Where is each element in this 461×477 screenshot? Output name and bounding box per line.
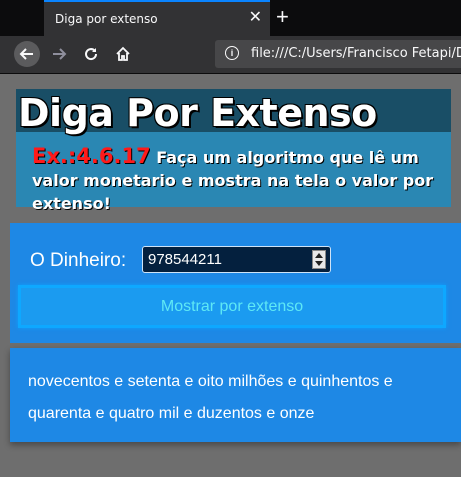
page-title: Diga Por Extenso [18,91,377,135]
info-icon[interactable]: i [225,46,239,60]
close-icon[interactable]: ✕ [249,9,262,27]
home-icon[interactable] [110,41,136,67]
exercise-id: Ex.:4.6.17 [32,144,151,168]
tab-title: Diga por extenso [55,12,158,26]
url-text: file:///C:/Users/Francisco Fetapi/De [251,46,461,61]
exercise-description: Ex.:4.6.17 Faça um algoritmo que lê um v… [32,145,442,215]
money-label: O Dinheiro: [30,250,127,271]
money-input[interactable]: 978544211 [142,246,331,273]
number-stepper[interactable] [312,250,326,269]
new-tab-icon[interactable]: + [276,5,289,29]
reload-icon[interactable] [78,41,104,67]
show-extenso-button[interactable]: Mostrar por extenso [18,285,446,328]
address-bar[interactable]: i file:///C:/Users/Francisco Fetapi/De [215,40,461,68]
stepper-down-icon[interactable] [315,261,323,266]
result-panel: novecentos e setenta e oito milhões e qu… [10,348,461,442]
browser-tab[interactable]: Diga por extenso ✕ [44,0,270,36]
money-input-value: 978544211 [148,251,222,268]
navigation-bar: i file:///C:/Users/Francisco Fetapi/De [0,36,461,74]
forward-icon[interactable] [46,41,72,67]
stepper-up-icon[interactable] [315,253,323,258]
page-header: Diga Por Extenso Ex.:4.6.17 Faça um algo… [16,89,451,213]
input-panel: O Dinheiro: 978544211 Mostrar por extens… [10,223,461,343]
tab-strip-left [0,0,44,36]
result-text: novecentos e setenta e oito milhões e qu… [28,373,393,422]
tab-strip: Diga por extenso ✕ + [0,0,461,36]
back-icon[interactable] [14,41,40,67]
